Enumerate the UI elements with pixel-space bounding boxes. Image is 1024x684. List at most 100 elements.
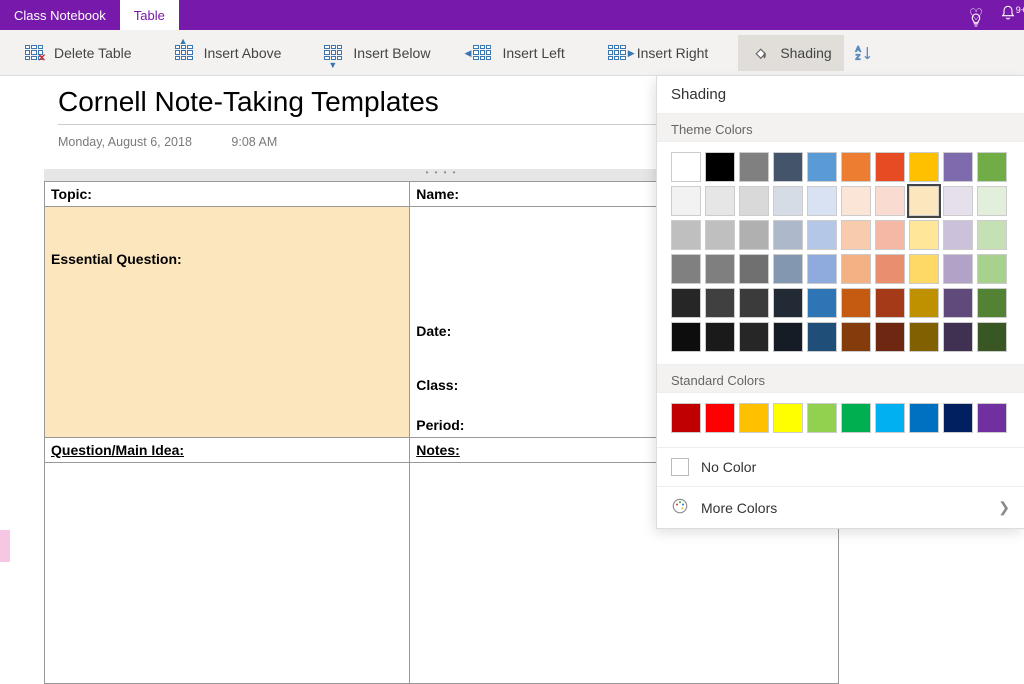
- theme-swatch[interactable]: [943, 322, 973, 352]
- theme-swatch[interactable]: [807, 186, 837, 216]
- standard-swatch[interactable]: [909, 403, 939, 433]
- theme-swatch[interactable]: [875, 186, 905, 216]
- insert-above-label: Insert Above: [204, 45, 282, 61]
- standard-swatch[interactable]: [943, 403, 973, 433]
- theme-swatch[interactable]: [671, 220, 701, 250]
- theme-swatch[interactable]: [943, 288, 973, 318]
- insert-left-label: Insert Left: [502, 45, 564, 61]
- theme-swatch[interactable]: [705, 152, 735, 182]
- theme-swatch[interactable]: [909, 186, 939, 216]
- standard-swatch[interactable]: [977, 403, 1007, 433]
- insert-left-button[interactable]: ◀ Insert Left: [460, 35, 576, 71]
- no-color-button[interactable]: No Color: [657, 447, 1024, 486]
- label-date: Date:: [416, 323, 451, 339]
- theme-swatch[interactable]: [977, 220, 1007, 250]
- theme-swatch[interactable]: [909, 254, 939, 284]
- standard-swatch[interactable]: [739, 403, 769, 433]
- theme-swatch[interactable]: [739, 254, 769, 284]
- label-name: Name:: [416, 186, 459, 202]
- theme-swatch[interactable]: [909, 220, 939, 250]
- label-notes: Notes:: [416, 442, 460, 458]
- shading-button[interactable]: Shading: [738, 35, 843, 71]
- insert-right-icon: ▶: [607, 43, 627, 63]
- tab-table[interactable]: Table: [120, 0, 179, 30]
- theme-swatch-grid: [657, 142, 1024, 364]
- theme-swatch[interactable]: [671, 254, 701, 284]
- standard-swatch[interactable]: [875, 403, 905, 433]
- drag-dots-icon: • • • •: [426, 168, 458, 177]
- theme-swatch[interactable]: [739, 220, 769, 250]
- theme-swatch[interactable]: [773, 254, 803, 284]
- theme-swatch[interactable]: [671, 186, 701, 216]
- theme-swatch[interactable]: [909, 152, 939, 182]
- theme-swatch[interactable]: [909, 288, 939, 318]
- theme-swatch[interactable]: [773, 186, 803, 216]
- theme-swatch[interactable]: [807, 288, 837, 318]
- theme-swatch[interactable]: [875, 152, 905, 182]
- theme-swatch[interactable]: [943, 254, 973, 284]
- theme-swatch[interactable]: [875, 288, 905, 318]
- insert-below-button[interactable]: ▼ Insert Below: [311, 35, 442, 71]
- theme-swatch[interactable]: [807, 322, 837, 352]
- shaded-cell[interactable]: Essential Question:: [45, 207, 410, 438]
- theme-swatch[interactable]: [807, 254, 837, 284]
- theme-swatch[interactable]: [671, 152, 701, 182]
- sort-button[interactable]: AZ: [846, 35, 882, 71]
- lightbulb-icon[interactable]: ♡︎: [960, 5, 992, 25]
- theme-swatch[interactable]: [671, 288, 701, 318]
- theme-swatch[interactable]: [671, 322, 701, 352]
- theme-swatch[interactable]: [977, 254, 1007, 284]
- theme-swatch[interactable]: [943, 220, 973, 250]
- more-colors-button[interactable]: More Colors ❯: [657, 486, 1024, 528]
- theme-swatch[interactable]: [841, 322, 871, 352]
- bell-icon[interactable]: 9+: [992, 5, 1024, 26]
- standard-swatch[interactable]: [671, 403, 701, 433]
- theme-swatch[interactable]: [807, 152, 837, 182]
- delete-table-button[interactable]: ✕ Delete Table: [12, 35, 144, 71]
- theme-swatch[interactable]: [705, 254, 735, 284]
- label-class: Class:: [416, 377, 458, 393]
- theme-swatch[interactable]: [841, 186, 871, 216]
- theme-swatch[interactable]: [977, 288, 1007, 318]
- insert-below-icon: ▼: [323, 43, 343, 63]
- theme-swatch[interactable]: [977, 152, 1007, 182]
- theme-swatch[interactable]: [841, 254, 871, 284]
- page-title[interactable]: Cornell Note-Taking Templates: [58, 86, 658, 125]
- paint-bucket-icon: [750, 43, 770, 63]
- tab-class-notebook[interactable]: Class Notebook: [0, 0, 120, 30]
- standard-swatch[interactable]: [807, 403, 837, 433]
- theme-swatch[interactable]: [739, 186, 769, 216]
- standard-swatch[interactable]: [773, 403, 803, 433]
- theme-swatch[interactable]: [773, 288, 803, 318]
- theme-swatch[interactable]: [773, 152, 803, 182]
- theme-swatch[interactable]: [705, 220, 735, 250]
- theme-swatch[interactable]: [705, 288, 735, 318]
- theme-swatch[interactable]: [773, 322, 803, 352]
- theme-swatch[interactable]: [875, 220, 905, 250]
- theme-swatch[interactable]: [977, 186, 1007, 216]
- insert-below-label: Insert Below: [353, 45, 430, 61]
- standard-swatch[interactable]: [841, 403, 871, 433]
- theme-swatch[interactable]: [841, 220, 871, 250]
- insert-right-button[interactable]: ▶ Insert Right: [595, 35, 721, 71]
- palette-icon: [671, 497, 689, 518]
- theme-swatch[interactable]: [909, 322, 939, 352]
- theme-swatch[interactable]: [807, 220, 837, 250]
- theme-swatch[interactable]: [841, 152, 871, 182]
- theme-swatch[interactable]: [875, 254, 905, 284]
- theme-swatch[interactable]: [841, 288, 871, 318]
- theme-swatch[interactable]: [739, 152, 769, 182]
- theme-swatch[interactable]: [875, 322, 905, 352]
- insert-above-icon: ▲: [174, 43, 194, 63]
- theme-swatch[interactable]: [705, 186, 735, 216]
- theme-swatch[interactable]: [977, 322, 1007, 352]
- theme-swatch[interactable]: [705, 322, 735, 352]
- section-tab-sliver[interactable]: [0, 530, 10, 562]
- theme-swatch[interactable]: [773, 220, 803, 250]
- theme-swatch[interactable]: [739, 322, 769, 352]
- standard-swatch[interactable]: [705, 403, 735, 433]
- theme-swatch[interactable]: [943, 152, 973, 182]
- theme-swatch[interactable]: [739, 288, 769, 318]
- theme-swatch[interactable]: [943, 186, 973, 216]
- insert-above-button[interactable]: ▲ Insert Above: [162, 35, 294, 71]
